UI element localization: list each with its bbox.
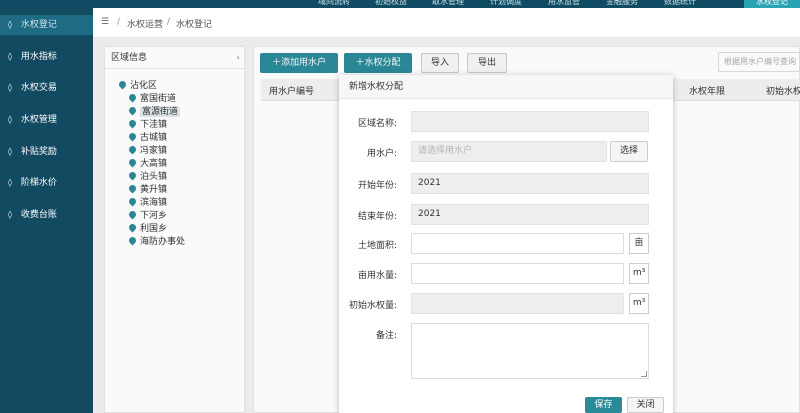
- sidebar-item-label: 阶梯水价: [20, 178, 57, 188]
- sidebar-item-subsidy[interactable]: ◊ 补贴奖励: [0, 142, 93, 162]
- top-nav-item[interactable]: 计划调度: [490, 0, 522, 8]
- region-name-field: [411, 111, 649, 132]
- sidebar-item-label: 水权交易: [20, 83, 57, 93]
- top-nav-item[interactable]: 初始权益: [375, 0, 407, 8]
- breadcrumb: ☰ / 水权运营 / 水权登记: [93, 8, 800, 38]
- land-area-label: 土地面积:: [357, 241, 397, 251]
- note-label: 备注:: [375, 331, 397, 341]
- top-nav-item[interactable]: 数据统计: [664, 0, 696, 8]
- breadcrumb-item[interactable]: 水权运营: [127, 17, 163, 30]
- top-nav-item[interactable]: 取水管理: [432, 0, 464, 8]
- modal-title: 新增水权分配: [339, 75, 673, 99]
- initial-water-label: 初始水权量:: [348, 301, 397, 311]
- region-name-label: 区域名称:: [357, 119, 397, 129]
- sidebar-item-fee-ledger[interactable]: ◊ 收费台账: [0, 205, 93, 225]
- allocation-modal: 新增水权分配 区域名称: 用水户: 请选择用水户 选择 开始年份: 2021 结…: [339, 75, 673, 413]
- sidebar-item-water-management[interactable]: ◊ 水权管理: [0, 110, 93, 130]
- end-year-label: 结束年份:: [357, 212, 397, 222]
- top-nav-item[interactable]: 用水监管: [548, 0, 580, 8]
- drop-icon: ◊: [8, 178, 12, 187]
- sidebar: ◊ 水权登记 ◊ 用水指标 ◊ 水权交易 ◊ 水权管理 ◊ 补贴奖励 ◊ 阶梯水…: [0, 8, 93, 413]
- sidebar-item-tiered-price[interactable]: ◊ 阶梯水价: [0, 173, 93, 193]
- sidebar-item-water-trade[interactable]: ◊ 水权交易: [0, 78, 93, 98]
- sidebar-item-water-index[interactable]: ◊ 用水指标: [0, 47, 93, 67]
- breadcrumb-separator: /: [117, 17, 121, 27]
- water-user-field[interactable]: 请选择用水户: [411, 141, 607, 162]
- drop-icon: ◊: [8, 210, 12, 219]
- breadcrumb-item-current: 水权登记: [176, 20, 213, 30]
- close-button[interactable]: 关闭: [627, 397, 664, 413]
- sidebar-item-label: 收费台账: [20, 210, 57, 220]
- water-per-mu-label: 亩用水量:: [357, 271, 397, 281]
- sidebar-item-label: 补贴奖励: [20, 147, 57, 157]
- end-year-field[interactable]: 2021: [411, 204, 649, 225]
- sidebar-item-water-registration[interactable]: ◊ 水权登记: [0, 15, 93, 35]
- save-button[interactable]: 保存: [585, 397, 622, 413]
- menu-icon[interactable]: ☰: [101, 17, 109, 27]
- breadcrumb-separator: /: [167, 17, 171, 27]
- drop-icon: ◊: [8, 20, 12, 29]
- cubic-meter-unit: m³: [629, 263, 649, 284]
- drop-icon: ◊: [8, 52, 12, 61]
- drop-icon: ◊: [8, 147, 12, 156]
- top-nav-item[interactable]: 域间流转: [318, 0, 350, 8]
- sidebar-item-label: 水权管理: [20, 115, 57, 125]
- land-area-input[interactable]: [411, 233, 624, 254]
- start-year-field[interactable]: 2021: [411, 173, 649, 194]
- water-per-mu-input[interactable]: [411, 263, 624, 284]
- initial-water-field: [411, 293, 624, 314]
- select-user-button[interactable]: 选择: [610, 141, 648, 162]
- top-nav-item-active[interactable]: 水权登记: [744, 0, 800, 8]
- drop-icon: ◊: [8, 115, 12, 124]
- start-year-label: 开始年份:: [357, 181, 397, 191]
- water-user-label: 用水户:: [366, 149, 397, 159]
- cubic-meter-unit: m³: [629, 293, 649, 314]
- top-nav-bar: 域间流转 初始权益 取水管理 计划调度 用水监管 金融服务 数据统计 水权登记: [0, 0, 800, 8]
- sidebar-item-label: 用水指标: [20, 52, 57, 62]
- sidebar-item-label: 水权登记: [20, 20, 57, 30]
- resize-handle-icon[interactable]: [641, 371, 647, 377]
- drop-icon: ◊: [8, 83, 12, 92]
- mu-unit: 亩: [629, 233, 649, 254]
- note-textarea[interactable]: [411, 323, 649, 379]
- top-nav-item[interactable]: 金融服务: [606, 0, 638, 8]
